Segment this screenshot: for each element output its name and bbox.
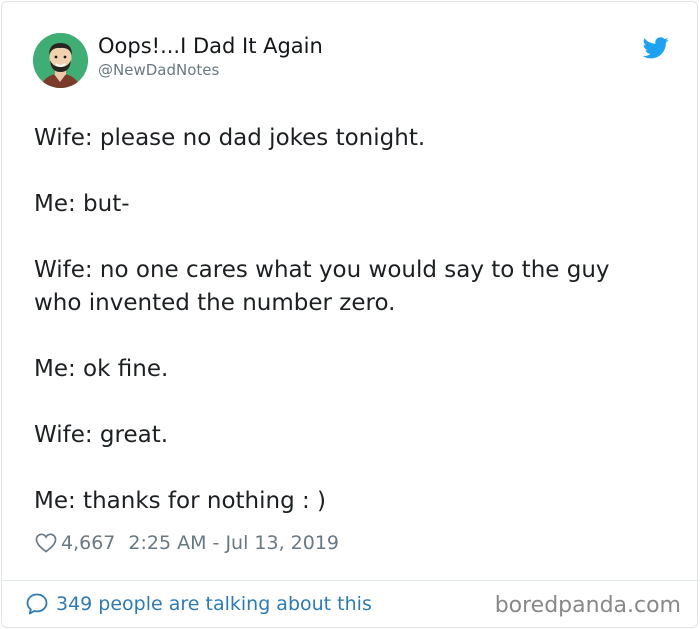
author-handle[interactable]: @NewDadNotes	[98, 60, 323, 80]
twitter-bird-icon[interactable]	[642, 37, 669, 59]
tweet-timestamp[interactable]: 2:25 AM - Jul 13, 2019	[128, 532, 339, 554]
talking-label[interactable]: 349 people are talking about this	[56, 593, 372, 615]
tweet-line: Wife: great.	[34, 422, 169, 448]
speech-bubble-icon	[25, 592, 49, 616]
tweet-line: Wife: please no dad jokes tonight.	[34, 125, 426, 151]
author-display-name[interactable]: Oops!...I Dad It Again	[98, 32, 323, 60]
tweet-line: who invented the number zero.	[34, 290, 396, 316]
tweet-line: Wife: no one cares what you would say to…	[34, 257, 610, 283]
tweet-line	[34, 452, 674, 485]
divider	[2, 580, 699, 581]
heart-icon[interactable]	[35, 533, 57, 553]
watermark: boredpanda.com	[494, 593, 681, 618]
tweet-line: Me: thanks for nothing : )	[34, 488, 327, 514]
tweet-line: Me: but-	[34, 191, 130, 217]
tweet-line	[34, 320, 674, 353]
tweet-line: Me: ok fine.	[34, 356, 169, 382]
tweet-body: Wife: please no dad jokes tonight. Me: b…	[34, 122, 674, 518]
avatar[interactable]	[33, 33, 88, 88]
tweet-card: Oops!...I Dad It Again @NewDadNotes Wife…	[1, 1, 699, 628]
tweet-line	[34, 386, 674, 419]
tweet-line	[34, 221, 674, 254]
tweet-meta: 4,667 2:25 AM - Jul 13, 2019	[35, 530, 339, 556]
author-block[interactable]: Oops!...I Dad It Again @NewDadNotes	[98, 32, 323, 80]
tweet-line	[34, 155, 674, 188]
like-count[interactable]: 4,667	[61, 532, 115, 554]
talking-link[interactable]: 349 people are talking about this	[25, 592, 372, 616]
